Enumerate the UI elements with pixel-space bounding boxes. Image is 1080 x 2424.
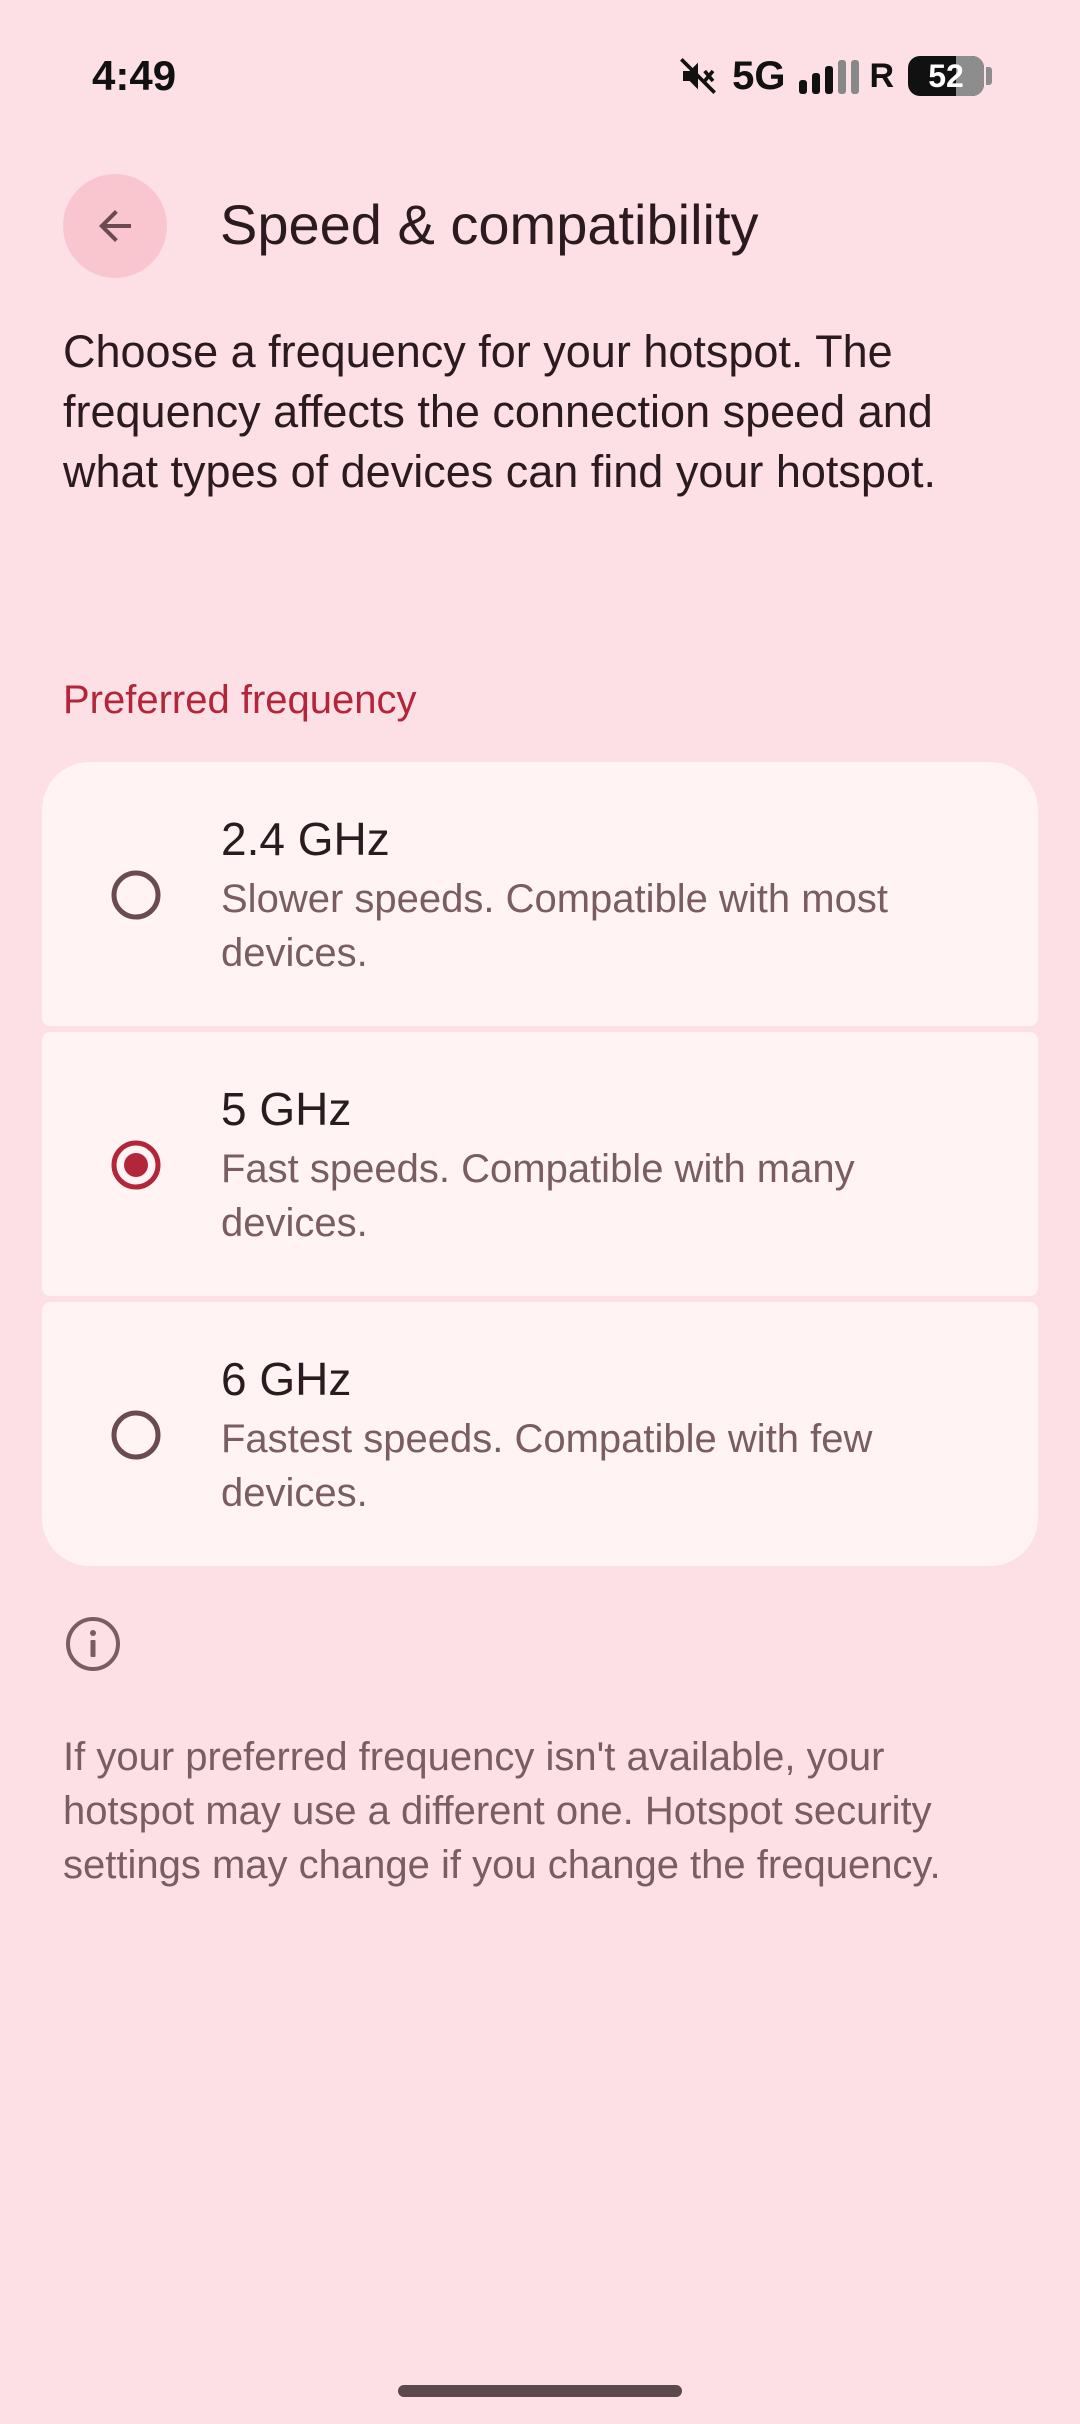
battery-percent: 52: [928, 57, 964, 94]
page-title: Speed & compatibility: [220, 193, 759, 256]
footer-text: If your preferred frequency isn't availa…: [63, 1735, 941, 1887]
section-header: Preferred frequency: [63, 678, 417, 722]
option-description: Fast speeds. Compatible with many device…: [221, 1147, 855, 1245]
mute-icon: [680, 58, 717, 94]
back-button[interactable]: [63, 174, 167, 278]
network-type: 5G: [732, 53, 786, 98]
status-icons: 5G R 52: [678, 52, 992, 100]
option-description: Fastest speeds. Compatible with few devi…: [221, 1417, 873, 1515]
arrow-back-icon: [99, 210, 131, 242]
screen: 4:49 5G R 52 Speed & compatibility Choos…: [0, 0, 1080, 2424]
signal-icon: [799, 60, 860, 94]
radio-unselected-icon[interactable]: [110, 1409, 162, 1461]
option-title: 6 GHz: [221, 1353, 352, 1405]
option-title: 5 GHz: [221, 1083, 352, 1135]
option-description: Slower speeds. Compatible with most devi…: [221, 877, 888, 975]
frequency-options: 2.4 GHz Slower speeds. Compatible with m…: [42, 762, 1038, 1566]
intro-text: Choose a frequency for your hotspot. The…: [63, 326, 936, 497]
status-time: 4:49: [92, 52, 177, 99]
option-2-4-ghz[interactable]: 2.4 GHz Slower speeds. Compatible with m…: [42, 762, 1038, 1026]
roaming-indicator: R: [869, 56, 894, 95]
home-indicator[interactable]: [398, 2385, 682, 2397]
radio-unselected-icon[interactable]: [110, 869, 162, 921]
radio-selected-icon[interactable]: [110, 1139, 162, 1191]
status-bar: 4:49 5G R 52: [0, 0, 1080, 150]
battery-icon: 52: [908, 56, 984, 96]
info-icon: [66, 1617, 120, 1671]
option-5-ghz[interactable]: 5 GHz Fast speeds. Compatible with many …: [42, 1032, 1038, 1296]
battery-tip: [986, 67, 992, 85]
option-6-ghz[interactable]: 6 GHz Fastest speeds. Compatible with fe…: [42, 1302, 1038, 1566]
option-title: 2.4 GHz: [221, 813, 390, 865]
